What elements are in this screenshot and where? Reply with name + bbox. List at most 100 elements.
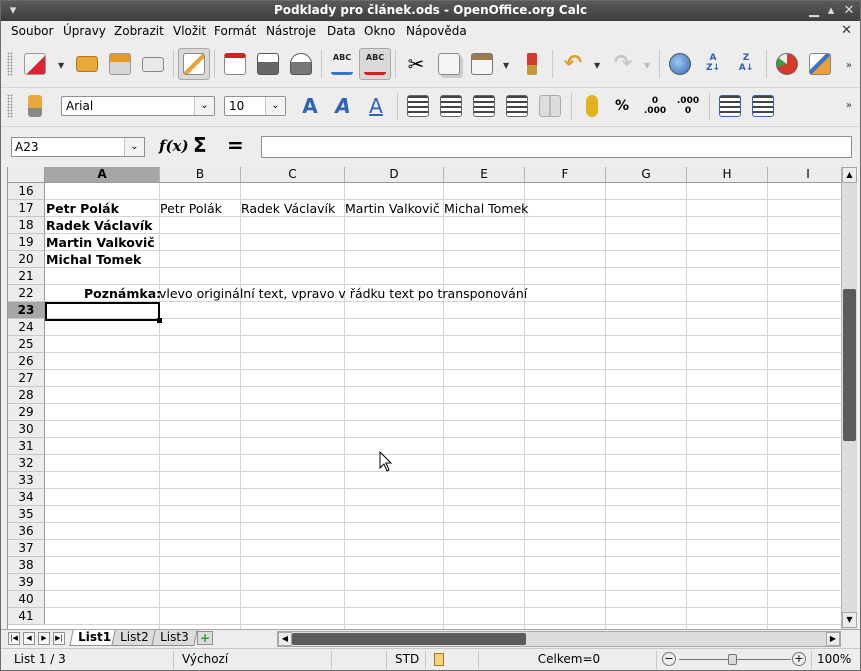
show-draw-functions-button[interactable] [804,48,836,80]
row-header-16[interactable]: 16 [8,183,45,200]
cell-d17[interactable]: Martin Valkovič [345,201,440,217]
sort-ascending-button[interactable]: A Z↓ [697,48,729,80]
toolbar-overflow-icon[interactable]: » [846,100,852,111]
row-header-19[interactable]: 19 [8,234,45,251]
styles-formatting-button[interactable] [21,92,49,120]
menu-upravy[interactable]: Úpravy [63,24,106,38]
minimize-icon[interactable]: ▁ [806,3,822,19]
first-sheet-icon[interactable]: |◀ [8,632,20,645]
align-right-button[interactable] [470,92,498,120]
row-header-17[interactable]: 17 [8,200,45,217]
formula-input[interactable] [261,136,852,158]
open-button[interactable] [71,48,103,80]
row-header-36[interactable]: 36 [8,523,45,540]
column-header-c[interactable]: C [241,167,345,183]
insert-chart-button[interactable] [771,48,803,80]
zoom-out-icon[interactable]: − [662,652,676,666]
column-header-i[interactable]: I [768,167,841,183]
cell-b22-note-text[interactable]: vlevo originální text, vpravo v řádku te… [159,286,527,302]
email-button[interactable] [137,48,169,80]
status-zoom-level[interactable]: 100% [811,651,857,669]
align-center-button[interactable] [437,92,465,120]
percent-format-button[interactable]: % [608,92,636,120]
underline-button[interactable]: A [362,92,390,120]
save-button[interactable] [104,48,136,80]
cell-c17[interactable]: Radek Václavík [241,201,335,217]
font-name-combo[interactable]: Arial ⌄ [61,96,215,116]
scroll-right-icon[interactable]: ▶ [826,632,840,646]
delete-decimal-button[interactable]: .000 0 [674,92,702,120]
column-header-d[interactable]: D [345,167,444,183]
row-header-37[interactable]: 37 [8,540,45,557]
status-page-style[interactable]: Výchozí [177,651,332,669]
cell-a18[interactable]: Radek Václavík [46,218,152,234]
toolbar-grip-icon[interactable] [7,52,13,76]
menu-nastroje[interactable]: Nástroje [266,24,316,38]
italic-button[interactable]: A [329,92,357,120]
row-header-23[interactable]: 23 [8,302,45,319]
chevron-down-icon[interactable]: ⌄ [265,97,285,115]
row-header-25[interactable]: 25 [8,336,45,353]
undo-button[interactable]: ↶ [557,48,589,80]
sheet-tab-list3[interactable]: List3 [151,630,198,646]
print-preview-button[interactable] [285,48,317,80]
column-header-f[interactable]: F [525,167,606,183]
name-box[interactable]: A23 ⌄ [11,137,145,157]
next-sheet-icon[interactable]: ▶ [38,632,50,645]
print-button[interactable] [252,48,284,80]
row-header-29[interactable]: 29 [8,404,45,421]
fill-handle[interactable] [157,318,162,323]
autospellcheck-button[interactable]: ABC [359,48,391,80]
row-header-35[interactable]: 35 [8,506,45,523]
cut-button[interactable]: ✂ [400,48,432,80]
merge-cells-button[interactable] [536,92,564,120]
column-header-e[interactable]: E [444,167,525,183]
menu-vlozit[interactable]: Vložit [173,24,206,38]
cell-a20[interactable]: Michal Tomek [46,252,141,268]
zoom-slider-knob[interactable] [728,654,737,665]
menu-data[interactable]: Data [327,24,356,38]
clone-formatting-button[interactable] [516,48,548,80]
sort-descending-button[interactable]: Z A↓ [730,48,762,80]
column-header-h[interactable]: H [687,167,768,183]
chevron-down-icon[interactable]: ⌄ [124,138,144,156]
select-all-corner[interactable] [8,167,45,183]
chevron-down-icon[interactable]: ⌄ [194,97,214,115]
add-sheet-icon[interactable]: + [197,631,213,645]
cell-a19[interactable]: Martin Valkovič [46,235,155,251]
menu-napoveda[interactable]: Nápověda [406,24,467,38]
toolbar-grip-icon[interactable] [7,94,13,118]
row-header-31[interactable]: 31 [8,438,45,455]
cell-a22-note-label[interactable]: Poznámka: [84,286,161,302]
row-header-32[interactable]: 32 [8,455,45,472]
maximize-icon[interactable]: ▴ [823,3,839,19]
row-header-41[interactable]: 41 [8,608,45,625]
undo-dropdown-icon[interactable]: ▼ [594,61,600,70]
row-header-22[interactable]: 22 [8,285,45,302]
decrease-indent-button[interactable] [716,92,744,120]
spellcheck-button[interactable]: ABC [326,48,358,80]
sum-icon[interactable]: Σ [193,133,207,157]
copy-button[interactable] [433,48,465,80]
horizontal-scrollbar[interactable]: ◀ ▶ [277,631,841,647]
justify-button[interactable] [503,92,531,120]
row-header-27[interactable]: 27 [8,370,45,387]
cell-b17[interactable]: Petr Polák [160,201,222,217]
menu-zobrazit[interactable]: Zobrazit [114,24,164,38]
increase-indent-button[interactable] [749,92,777,120]
row-header-18[interactable]: 18 [8,217,45,234]
redo-button[interactable]: ↷ [607,48,639,80]
column-header-g[interactable]: G [606,167,687,183]
toolbar-overflow-icon[interactable]: » [846,60,852,71]
row-header-21[interactable]: 21 [8,268,45,285]
row-header-34[interactable]: 34 [8,489,45,506]
horizontal-scroll-thumb[interactable] [292,633,526,645]
font-size-combo[interactable]: 10 ⌄ [224,96,286,116]
cell-a17[interactable]: Petr Polák [46,201,119,217]
column-header-b[interactable]: B [160,167,241,183]
last-sheet-icon[interactable]: ▶| [53,632,65,645]
function-wizard-icon[interactable]: f(x) [159,137,189,155]
align-left-button[interactable] [404,92,432,120]
paste-dropdown-icon[interactable]: ▼ [503,61,509,70]
currency-format-button[interactable] [578,92,606,120]
